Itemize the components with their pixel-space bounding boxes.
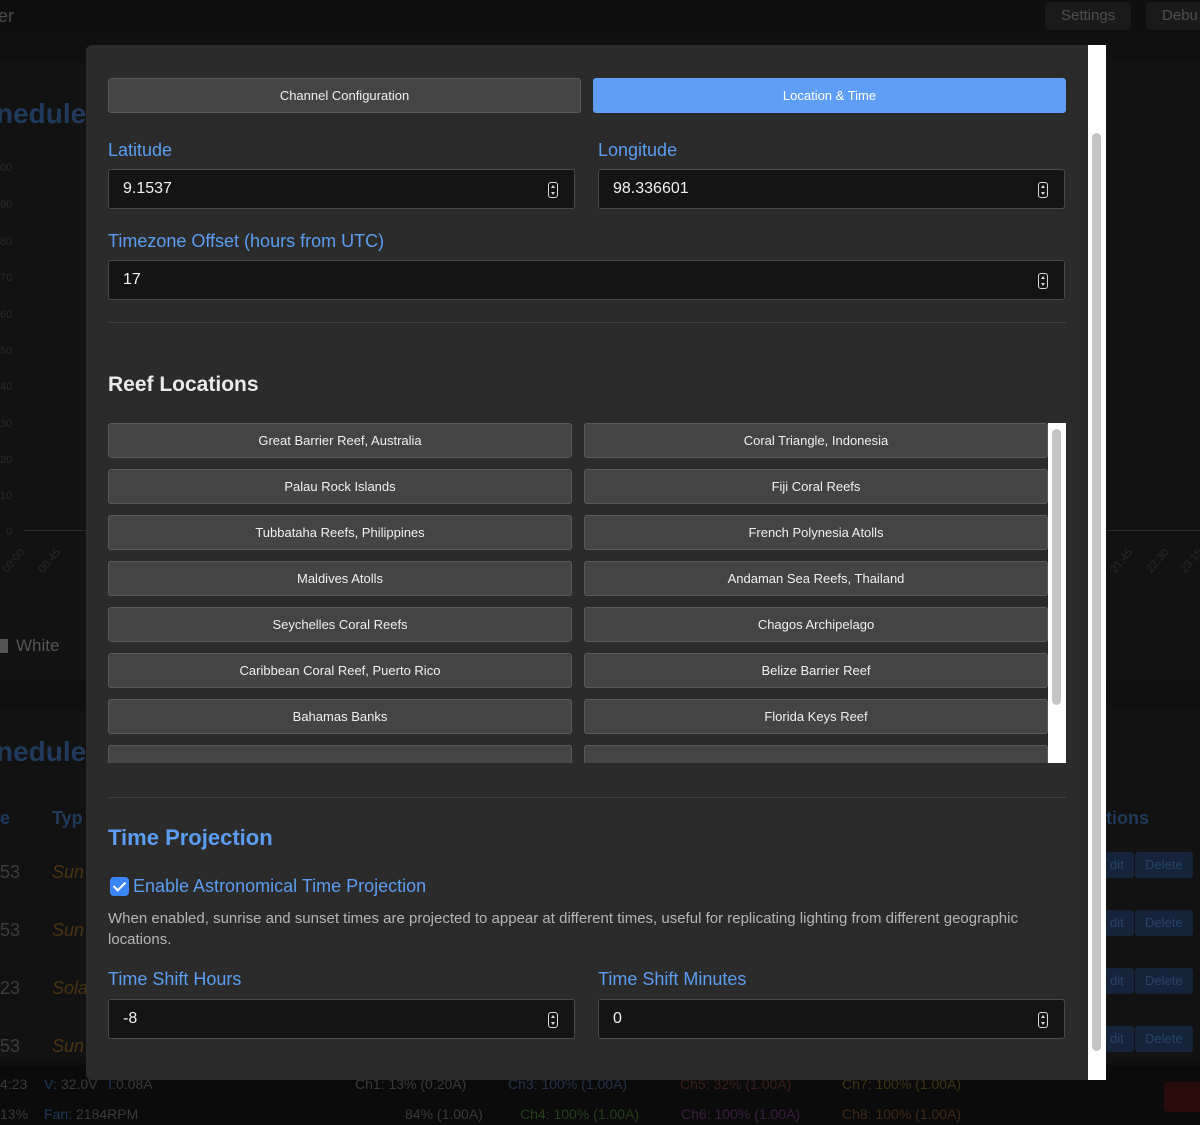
chart-y-tick: 70 xyxy=(0,272,13,284)
reef-list-scrollbar[interactable] xyxy=(1048,423,1066,763)
delete-button[interactable]: Delete xyxy=(1135,1026,1193,1052)
latitude-input[interactable]: 9.1537 xyxy=(108,169,575,209)
reef-location-button[interactable]: Andaman Sea Reefs, Thailand xyxy=(584,561,1048,596)
timezone-label: Timezone Offset (hours from UTC) xyxy=(108,231,385,251)
chart-y-tick: 20 xyxy=(0,454,13,466)
delete-button[interactable]: Delete xyxy=(1135,910,1193,936)
spinner-icon[interactable] xyxy=(1038,1012,1048,1028)
chart-y-tick: 30 xyxy=(0,418,13,430)
table-header-time: e xyxy=(0,808,11,828)
settings-modal: Channel Configuration Location & Time La… xyxy=(86,45,1090,1080)
timezone-value: 17 xyxy=(123,271,141,288)
app-brand: er xyxy=(0,6,15,26)
delete-button[interactable]: Delete xyxy=(1135,852,1193,878)
app-header: er Settings Debu xyxy=(0,0,1200,34)
longitude-value: 98.336601 xyxy=(613,180,689,197)
spinner-icon[interactable] xyxy=(548,1012,558,1028)
longitude-label: Longitude xyxy=(598,140,678,160)
reef-location-button-partial[interactable] xyxy=(108,745,572,763)
footer-voltage-label: V: xyxy=(44,1076,57,1092)
time-shift-hours-value: -8 xyxy=(123,1010,138,1027)
legend-white[interactable]: White xyxy=(0,636,59,656)
spinner-icon[interactable] xyxy=(1038,273,1048,289)
chart-y-tick: 80 xyxy=(0,236,13,248)
chart-y-tick: 50 xyxy=(0,345,13,357)
reef-location-button[interactable]: Caribbean Coral Reef, Puerto Rico xyxy=(108,653,572,688)
footer-ch8: Ch8: 100% (1.00A) xyxy=(842,1106,962,1122)
time-shift-hours-label: Time Shift Hours xyxy=(108,969,242,989)
reef-location-button[interactable]: Seychelles Coral Reefs xyxy=(108,607,572,642)
reef-location-button[interactable]: Tubbataha Reefs, Philippines xyxy=(108,515,572,550)
table-cell-type: Sun xyxy=(52,920,85,940)
reef-location-button[interactable]: Coral Triangle, Indonesia xyxy=(584,423,1048,458)
reef-location-button[interactable]: Belize Barrier Reef xyxy=(584,653,1048,688)
section-divider xyxy=(108,797,1066,798)
footer-fan-label: Fan: xyxy=(44,1106,73,1122)
table-cell-type: Sun xyxy=(52,862,85,882)
timezone-input[interactable]: 17 xyxy=(108,260,1065,300)
table-cell-time: 53 xyxy=(0,862,21,882)
projection-description: When enabled, sunrise and sunset times a… xyxy=(108,910,1018,948)
tab-channel-configuration[interactable]: Channel Configuration xyxy=(108,78,581,113)
reef-location-button[interactable]: French Polynesia Atolls xyxy=(584,515,1048,550)
table-header-actions: tions xyxy=(1106,808,1149,828)
table-header-type: Typ xyxy=(52,808,83,828)
longitude-input[interactable]: 98.336601 xyxy=(598,169,1065,209)
reef-location-button-partial[interactable] xyxy=(584,745,1048,763)
debug-button[interactable]: Debu xyxy=(1146,2,1200,30)
table-cell-time: 53 xyxy=(0,1036,21,1056)
enable-projection-checkbox[interactable] xyxy=(110,877,129,896)
tab-location-time[interactable]: Location & Time xyxy=(593,78,1066,113)
chart-y-tick: 40 xyxy=(0,381,13,393)
footer-ch4: Ch4: 100% (1.00A) xyxy=(520,1106,640,1122)
footer-ch2: 84% (1.00A) xyxy=(405,1106,483,1122)
enable-projection-label[interactable]: Enable Astronomical Time Projection xyxy=(133,876,426,897)
reef-location-button[interactable]: Fiji Coral Reefs xyxy=(584,469,1048,504)
spinner-icon[interactable] xyxy=(1038,182,1048,198)
reef-locations-list[interactable]: Great Barrier Reef, Australia Coral Tria… xyxy=(108,423,1066,763)
footer-percent: 13% xyxy=(0,1106,29,1122)
reef-location-button[interactable]: Great Barrier Reef, Australia xyxy=(108,423,572,458)
alert-button[interactable] xyxy=(1164,1082,1200,1112)
chart-y-tick: 00 xyxy=(0,162,13,174)
modal-scroll-thumb[interactable] xyxy=(1092,133,1101,1051)
enable-projection-row[interactable]: Enable Astronomical Time Projection xyxy=(110,876,426,897)
spinner-icon[interactable] xyxy=(548,182,558,198)
settings-button[interactable]: Settings xyxy=(1045,2,1132,30)
reef-location-button[interactable]: Bahamas Banks xyxy=(108,699,572,734)
table-cell-time: 53 xyxy=(0,920,21,940)
table-cell-time: 23 xyxy=(0,978,21,998)
reef-locations-grid: Great Barrier Reef, Australia Coral Tria… xyxy=(108,423,1048,763)
chart-y-tick: 10 xyxy=(0,490,13,502)
chart-y-tick: 60 xyxy=(0,309,13,321)
footer-fan-value: 2184RPM xyxy=(76,1106,139,1122)
latitude-value: 9.1537 xyxy=(123,180,172,197)
chart-y-tick: 90 xyxy=(0,199,13,211)
reef-locations-title: Reef Locations xyxy=(108,373,259,396)
modal-tabs: Channel Configuration Location & Time xyxy=(108,78,1066,113)
time-shift-hours-input[interactable]: -8 xyxy=(108,999,575,1039)
table-cell-type: Sola xyxy=(52,978,89,998)
time-projection-title: Time Projection xyxy=(108,825,273,850)
section-divider xyxy=(108,322,1066,323)
latitude-label: Latitude xyxy=(108,140,173,160)
chart-section-title: nedule xyxy=(0,98,87,129)
reef-location-button[interactable]: Chagos Archipelago xyxy=(584,607,1048,642)
time-shift-minutes-input[interactable]: 0 xyxy=(598,999,1065,1039)
reef-location-button[interactable]: Florida Keys Reef xyxy=(584,699,1048,734)
reef-location-button[interactable]: Palau Rock Islands xyxy=(108,469,572,504)
modal-scrollbar[interactable] xyxy=(1088,45,1106,1080)
table-cell-type: Sun xyxy=(52,1036,85,1056)
time-shift-minutes-label: Time Shift Minutes xyxy=(598,969,747,989)
delete-button[interactable]: Delete xyxy=(1135,968,1193,994)
table-section-title: nedule xyxy=(0,736,87,767)
footer-ch6: Ch6: 100% (1.00A) xyxy=(681,1106,801,1122)
reef-list-scroll-thumb[interactable] xyxy=(1052,429,1061,705)
chart-y-tick: 0 xyxy=(6,526,13,538)
reef-location-button[interactable]: Maldives Atolls xyxy=(108,561,572,596)
footer-time: 4:23 xyxy=(0,1076,28,1092)
time-shift-minutes-value: 0 xyxy=(613,1010,622,1027)
